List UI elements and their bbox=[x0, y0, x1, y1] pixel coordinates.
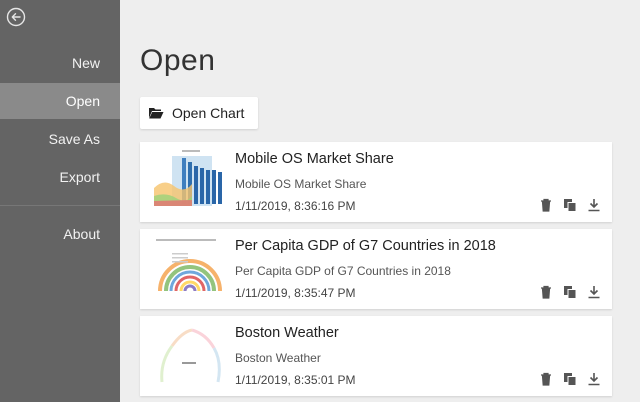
sidebar-item-export[interactable]: Export bbox=[0, 159, 120, 195]
open-chart-label: Open Chart bbox=[172, 105, 245, 121]
sidebar: New Open Save As Export About bbox=[0, 0, 120, 402]
download-icon[interactable] bbox=[586, 197, 602, 213]
copy-icon[interactable] bbox=[562, 371, 578, 387]
main-panel: Open Open Chart Mobile OS Market Share M… bbox=[120, 0, 640, 402]
chart-date: 1/11/2019, 8:36:16 PM bbox=[235, 199, 356, 213]
sidebar-item-about[interactable]: About bbox=[0, 216, 120, 252]
page-title: Open bbox=[140, 44, 216, 77]
chart-card[interactable]: Mobile OS Market Share Mobile OS Market … bbox=[140, 142, 612, 222]
chart-date: 1/11/2019, 8:35:47 PM bbox=[235, 286, 356, 300]
chart-subtitle: Per Capita GDP of G7 Countries in 2018 bbox=[235, 264, 451, 278]
chart-title: Boston Weather bbox=[235, 325, 339, 341]
trash-icon[interactable] bbox=[538, 284, 554, 300]
chart-thumbnail bbox=[152, 148, 228, 216]
sidebar-item-new[interactable]: New bbox=[0, 45, 120, 81]
download-icon[interactable] bbox=[586, 371, 602, 387]
chart-thumbnail bbox=[152, 235, 228, 303]
copy-icon[interactable] bbox=[562, 284, 578, 300]
back-arrow-icon[interactable] bbox=[6, 7, 26, 27]
copy-icon[interactable] bbox=[562, 197, 578, 213]
chart-card[interactable]: Boston Weather Boston Weather 1/11/2019,… bbox=[140, 316, 612, 396]
chart-thumbnail bbox=[152, 322, 228, 390]
chart-card[interactable]: Per Capita GDP of G7 Countries in 2018 P… bbox=[140, 229, 612, 309]
chart-date: 1/11/2019, 8:35:01 PM bbox=[235, 373, 356, 387]
card-actions bbox=[538, 284, 602, 300]
sidebar-divider bbox=[0, 205, 120, 206]
folder-open-icon bbox=[149, 108, 164, 119]
chart-subtitle: Mobile OS Market Share bbox=[235, 177, 367, 191]
trash-icon[interactable] bbox=[538, 197, 554, 213]
sidebar-item-save-as[interactable]: Save As bbox=[0, 121, 120, 157]
open-chart-button[interactable]: Open Chart bbox=[140, 97, 258, 129]
card-actions bbox=[538, 371, 602, 387]
download-icon[interactable] bbox=[586, 284, 602, 300]
sidebar-item-open[interactable]: Open bbox=[0, 83, 120, 119]
card-actions bbox=[538, 197, 602, 213]
chart-title: Per Capita GDP of G7 Countries in 2018 bbox=[235, 238, 496, 254]
chart-subtitle: Boston Weather bbox=[235, 351, 321, 365]
chart-title: Mobile OS Market Share bbox=[235, 151, 394, 167]
trash-icon[interactable] bbox=[538, 371, 554, 387]
